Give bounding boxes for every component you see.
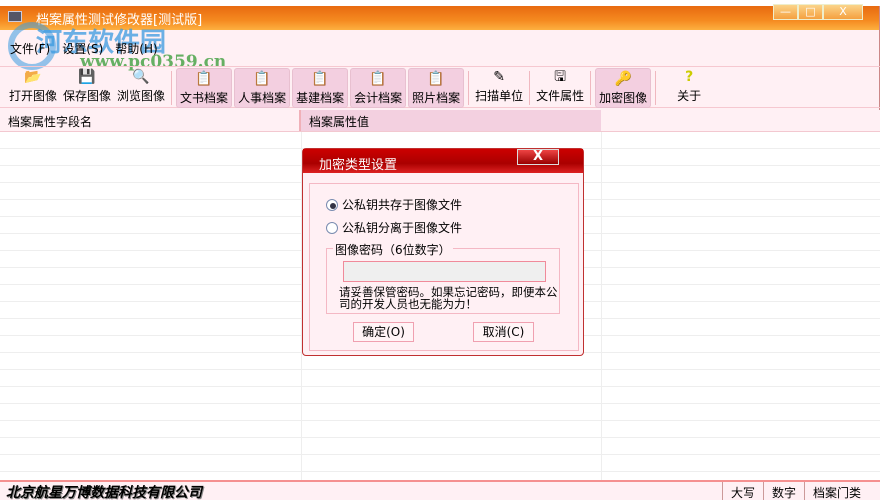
photo-archive-button[interactable]: 📋 照片档案 bbox=[408, 68, 465, 108]
radio-unselected[interactable] bbox=[326, 221, 338, 234]
company-name: 北京航星万博数据科技有限公司 bbox=[6, 485, 202, 501]
separator bbox=[171, 71, 173, 105]
construction-archive-button[interactable]: 📋 基建档案 bbox=[292, 68, 349, 108]
table-row[interactable] bbox=[0, 370, 880, 387]
caps-indicator: 大写 bbox=[721, 482, 763, 500]
personnel-archive-button[interactable]: 📋 人事档案 bbox=[234, 68, 291, 108]
num-indicator: 数字 bbox=[762, 482, 804, 500]
magnifier-icon: 🔍 bbox=[132, 69, 150, 85]
label: 文件属性 bbox=[536, 89, 585, 103]
password-group-label: 图像密码（6位数字） bbox=[333, 241, 453, 258]
table-row[interactable] bbox=[0, 132, 880, 149]
label: 关于 bbox=[677, 89, 702, 103]
table-row[interactable] bbox=[0, 421, 880, 438]
status-bar: 北京航星万博数据科技有限公司 大写 数字 档案门类 bbox=[0, 480, 880, 501]
option-separate-keys[interactable]: 公私钥分离于图像文件 bbox=[326, 219, 462, 236]
app-icon bbox=[8, 11, 22, 22]
separator bbox=[468, 71, 470, 105]
password-note: 请妥善保管密码。如果忘记密码，即便本公司的开发人员也无能为力！ bbox=[339, 285, 558, 311]
label: 打开图像 bbox=[9, 89, 58, 103]
file-properties-icon: 🖫 bbox=[554, 69, 567, 85]
form-icon: 📋 bbox=[253, 71, 271, 87]
menu-help[interactable]: 帮助(H) bbox=[115, 40, 157, 57]
dialog-body: 公私钥共存于图像文件 公私钥分离于图像文件 图像密码（6位数字） 请妥善保管密码… bbox=[309, 183, 579, 351]
label: 人事档案 bbox=[238, 91, 287, 105]
label: 加密图像 bbox=[599, 91, 648, 105]
save-image-button[interactable]: 💾 保存图像 bbox=[60, 67, 114, 107]
password-group: 图像密码（6位数字） 请妥善保管密码。如果忘记密码，即便本公司的开发人员也无能为… bbox=[326, 241, 560, 314]
separator bbox=[529, 71, 531, 105]
option-shared-keys[interactable]: 公私钥共存于图像文件 bbox=[326, 196, 462, 213]
key-icon: 🔑 bbox=[614, 71, 632, 87]
radio-selected[interactable] bbox=[326, 198, 338, 211]
label: 会计档案 bbox=[354, 91, 403, 105]
encrypt-image-button[interactable]: 🔑 加密图像 bbox=[595, 68, 652, 108]
scan-unit-button[interactable]: ✎ 扫描单位 bbox=[472, 67, 526, 107]
toolbar: 📂 打开图像 💾 保存图像 🔍 浏览图像 📋 文书档案 📋 人事档案 📋 基建档案 📋 会计档… bbox=[0, 66, 880, 108]
separator bbox=[655, 71, 657, 105]
encryption-type-dialog: 加密类型设置 X 公私钥共存于图像文件 公私钥分离于图像文件 图像密码（6位数字… bbox=[302, 148, 584, 356]
about-button[interactable]: ? 关于 bbox=[659, 67, 719, 107]
form-icon: 📋 bbox=[195, 71, 213, 87]
scanner-icon: ✎ bbox=[493, 69, 505, 85]
menu-settings[interactable]: 设置(S) bbox=[62, 40, 103, 57]
menu-file[interactable]: 文件(F) bbox=[10, 40, 50, 57]
label: 扫描单位 bbox=[475, 89, 524, 103]
menu-bar: 文件(F) 设置(S) 帮助(H) bbox=[10, 40, 158, 57]
table-row[interactable] bbox=[0, 387, 880, 404]
label: 基建档案 bbox=[296, 91, 345, 105]
dialog-title-bar: 加密类型设置 X bbox=[303, 149, 583, 173]
label: 照片档案 bbox=[412, 91, 461, 105]
cancel-button[interactable]: 取消(C) bbox=[473, 322, 534, 342]
password-input[interactable] bbox=[343, 261, 546, 282]
form-icon: 📋 bbox=[311, 71, 329, 87]
dialog-title: 加密类型设置 bbox=[319, 158, 398, 173]
label: 保存图像 bbox=[63, 89, 112, 103]
column-header-field-name[interactable]: 档案属性字段名 bbox=[0, 110, 301, 131]
category-indicator: 档案门类 bbox=[804, 482, 880, 500]
label: 浏览图像 bbox=[117, 89, 166, 103]
accounting-archive-button[interactable]: 📋 会计档案 bbox=[350, 68, 407, 108]
help-icon: ? bbox=[685, 69, 694, 85]
ok-button[interactable]: 确定(O) bbox=[353, 322, 414, 342]
folder-open-icon: 📂 bbox=[24, 69, 42, 85]
label: 文书档案 bbox=[180, 91, 229, 105]
maximize-button[interactable]: □ bbox=[798, 4, 823, 20]
open-image-button[interactable]: 📂 打开图像 bbox=[6, 67, 60, 107]
file-properties-button[interactable]: 🖫 文件属性 bbox=[533, 67, 587, 107]
browse-image-button[interactable]: 🔍 浏览图像 bbox=[114, 67, 168, 107]
option-label: 公私钥分离于图像文件 bbox=[342, 221, 463, 235]
option-label: 公私钥共存于图像文件 bbox=[342, 198, 463, 212]
table-row[interactable] bbox=[0, 404, 880, 421]
floppy-icon: 💾 bbox=[78, 69, 96, 85]
dialog-close-button[interactable]: X bbox=[517, 149, 559, 165]
document-archive-button[interactable]: 📋 文书档案 bbox=[176, 68, 233, 108]
separator bbox=[590, 71, 592, 105]
table-row[interactable] bbox=[0, 455, 880, 472]
form-icon: 📋 bbox=[369, 71, 387, 87]
close-button[interactable]: X bbox=[823, 4, 863, 20]
minimize-button[interactable]: — bbox=[773, 4, 798, 20]
table-row[interactable] bbox=[0, 438, 880, 455]
form-icon: 📋 bbox=[427, 71, 445, 87]
column-header-field-value[interactable]: 档案属性值 bbox=[301, 110, 601, 131]
